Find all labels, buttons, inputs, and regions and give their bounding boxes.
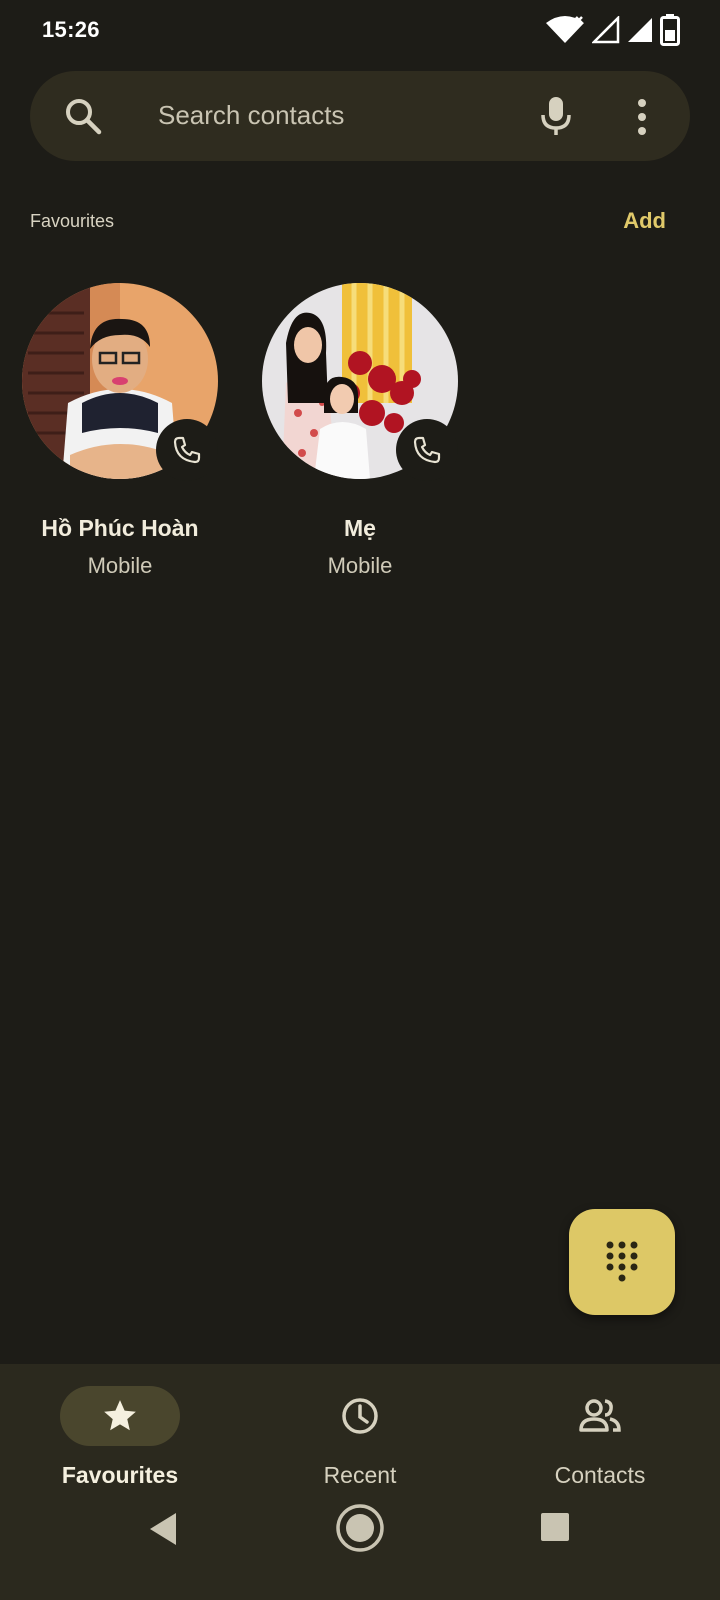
call-button[interactable] (156, 419, 218, 481)
phone-icon (413, 436, 441, 464)
status-bar: 15:26 (0, 0, 720, 64)
clock-icon (342, 1398, 378, 1434)
system-navigation-bar (0, 1490, 720, 1600)
favourites-section-title: Favourites (30, 211, 115, 231)
battery-icon (660, 14, 680, 46)
search-icon[interactable] (64, 97, 102, 135)
nav-active-indicator[interactable] (60, 1386, 180, 1446)
search-bar[interactable]: Search contacts (30, 71, 690, 161)
signal-no-data-icon (592, 16, 620, 44)
dialpad-button[interactable] (569, 1209, 675, 1315)
back-icon[interactable] (146, 1510, 180, 1548)
home-icon[interactable] (334, 1502, 386, 1554)
nav-label: Contacts (554, 1462, 646, 1488)
mic-icon[interactable] (538, 95, 574, 137)
status-icons (544, 14, 680, 46)
contact-name: Hồ Phúc Hoàn (41, 515, 199, 541)
favourite-contact-card[interactable]: Hồ Phúc Hoàn Mobile (0, 283, 240, 593)
contact-number-type: Mobile (327, 553, 393, 578)
status-time: 15:26 (42, 17, 100, 42)
call-button[interactable] (396, 419, 458, 481)
phone-icon (173, 436, 201, 464)
contact-number-type: Mobile (87, 553, 153, 578)
nav-label: Favourites (61, 1462, 179, 1488)
recents-icon[interactable] (540, 1512, 570, 1542)
dialpad-icon (606, 1241, 638, 1282)
favourite-contact-card[interactable]: Mẹ Mobile (240, 283, 480, 593)
nav-label: Recent (323, 1462, 397, 1488)
nav-item-recent[interactable]: Recent (240, 1386, 480, 1506)
wifi-icon (546, 16, 584, 43)
contact-name: Mẹ (344, 515, 376, 541)
signal-icon (628, 18, 652, 42)
search-input[interactable]: Search contacts (158, 100, 344, 131)
nav-item-contacts[interactable]: Contacts (480, 1386, 720, 1506)
more-vert-icon[interactable] (624, 97, 660, 137)
people-icon (579, 1399, 621, 1432)
nav-icon-container[interactable] (300, 1386, 420, 1446)
nav-icon-container[interactable] (540, 1386, 660, 1446)
add-favourite-button[interactable]: Add (623, 208, 666, 234)
star-icon (104, 1400, 136, 1431)
nav-item-favourites[interactable]: Favourites (0, 1386, 240, 1506)
